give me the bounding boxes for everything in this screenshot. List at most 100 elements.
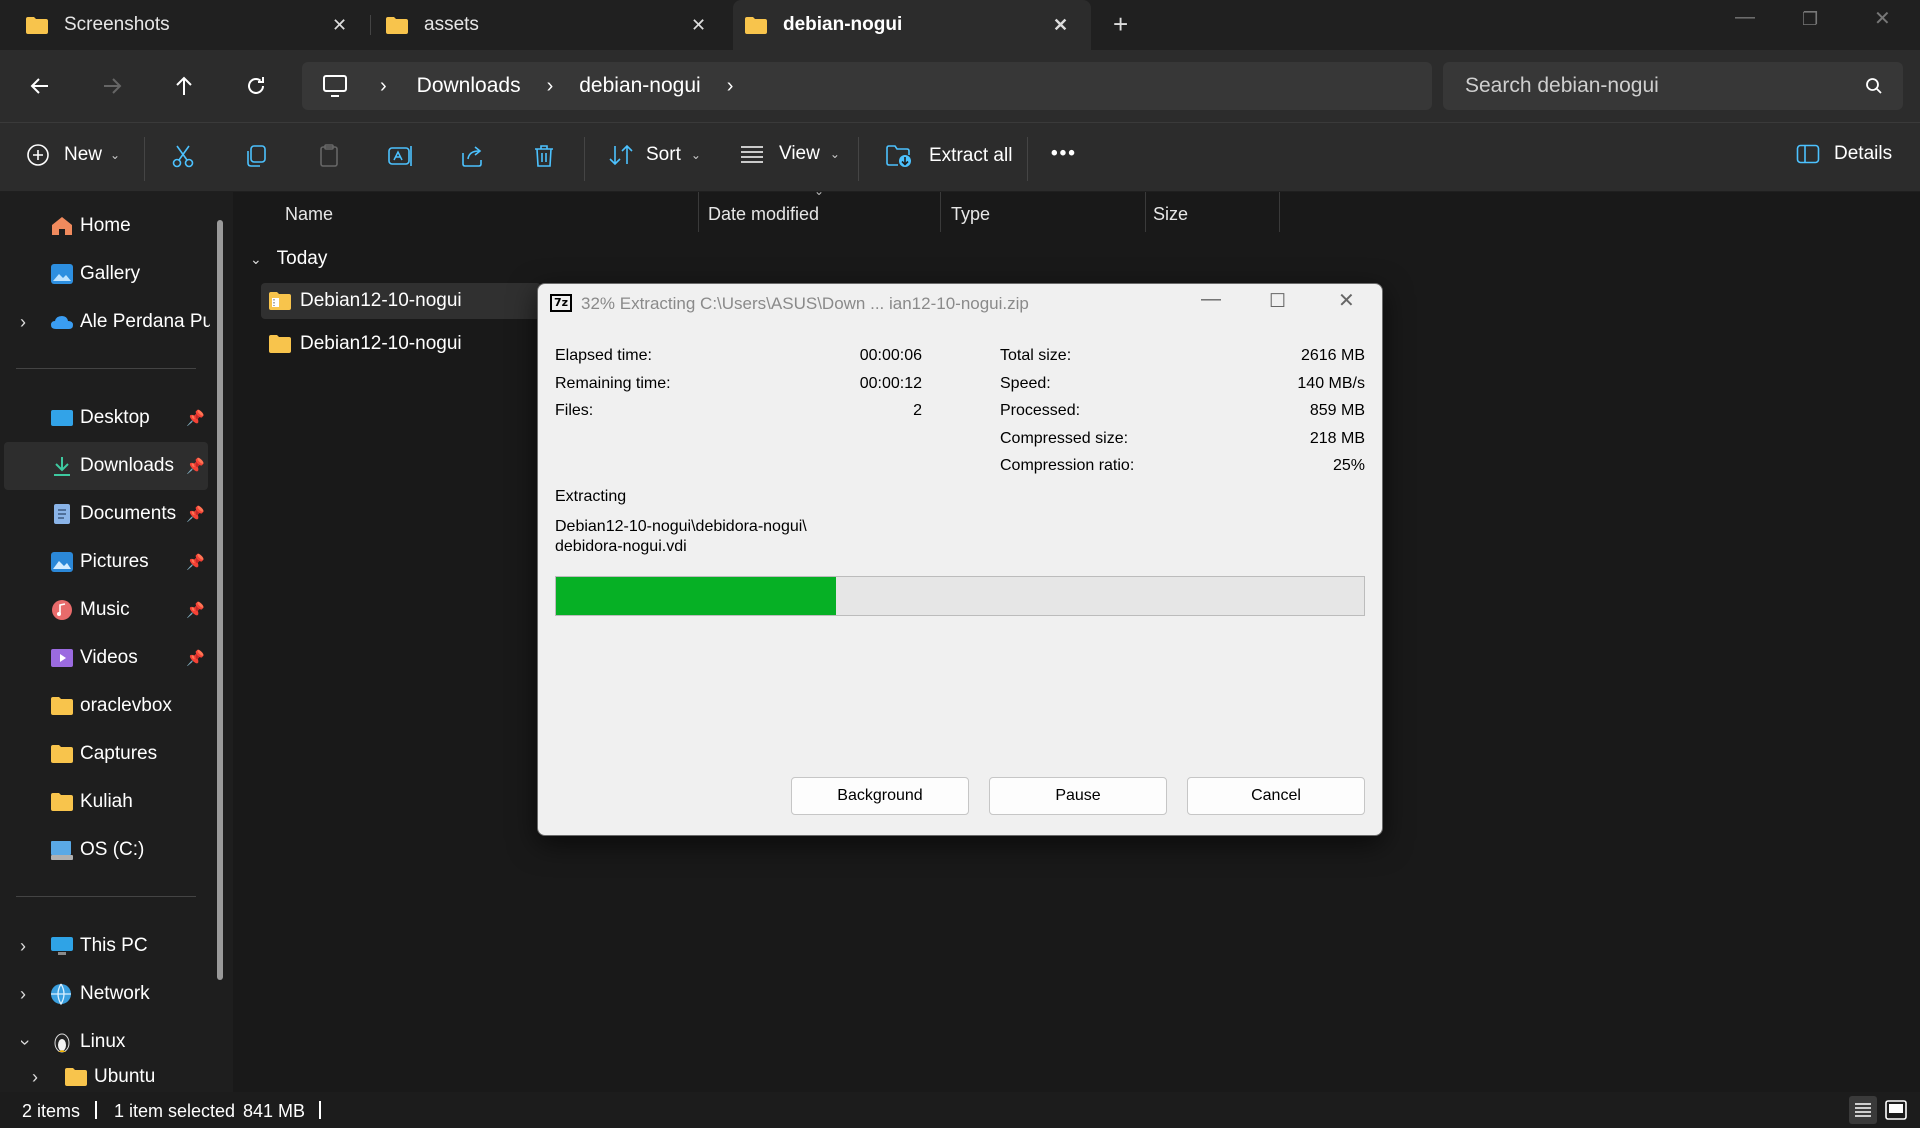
chevron-right-icon[interactable]: › <box>20 984 26 1005</box>
zip-folder-icon <box>269 292 291 310</box>
paste-button[interactable] <box>316 143 342 169</box>
chevron-down-icon: ⌄ <box>690 148 701 162</box>
details-view-icon[interactable] <box>1849 1096 1877 1124</box>
view-label: View <box>779 143 820 164</box>
copy-button[interactable] <box>243 143 269 169</box>
pin-icon[interactable]: 📌 <box>186 505 205 523</box>
column-divider[interactable] <box>1279 192 1280 232</box>
back-button[interactable] <box>20 66 60 106</box>
sidebar-scrollbar[interactable] <box>217 220 223 980</box>
sidebar-item-pictures[interactable]: Pictures 📌 <box>4 538 208 586</box>
rename-button[interactable] <box>387 143 415 169</box>
dialog-title: 32% Extracting C:\Users\ASUS\Down ... ia… <box>581 294 1029 313</box>
pin-icon[interactable]: 📌 <box>186 457 205 475</box>
minimize-icon[interactable]: — <box>1735 6 1755 29</box>
chevron-right-icon[interactable]: › <box>20 312 26 333</box>
more-options-button[interactable]: ••• <box>1051 143 1077 165</box>
tab-assets[interactable]: assets ✕ <box>386 0 716 50</box>
cut-button[interactable] <box>170 143 196 169</box>
column-header-date-modified[interactable]: Date modified <box>708 192 819 237</box>
sidebar-item-music[interactable]: Music 📌 <box>4 586 208 634</box>
extraction-dialog: 7z 32% Extracting C:\Users\ASUS\Down ...… <box>537 283 1383 836</box>
close-tab-icon[interactable]: ✕ <box>332 15 347 36</box>
compression-ratio-value: 25% <box>1332 457 1365 474</box>
dialog-maximize-icon[interactable]: ☐ <box>1269 290 1286 313</box>
sidebar-item-ubuntu[interactable]: › Ubuntu <box>4 1062 208 1092</box>
sidebar-item-gallery[interactable]: Gallery <box>4 250 208 298</box>
dialog-minimize-icon[interactable]: — <box>1201 288 1221 311</box>
sidebar-divider <box>16 896 196 897</box>
download-icon <box>54 457 70 476</box>
share-button[interactable] <box>459 143 485 169</box>
search-icon <box>1866 78 1882 94</box>
pin-icon[interactable]: 📌 <box>186 409 205 427</box>
forward-button[interactable] <box>92 66 132 106</box>
sidebar-item-downloads[interactable]: Downloads 📌 <box>4 442 208 490</box>
view-button[interactable]: View ⌄ <box>739 143 840 165</box>
file-row-zip[interactable]: Debian12-10-nogui <box>261 283 541 319</box>
column-header-name[interactable]: Name <box>285 192 333 237</box>
pin-icon[interactable]: 📌 <box>186 601 205 619</box>
sidebar-item-captures[interactable]: Captures <box>4 730 208 778</box>
sidebar-item-kuliah[interactable]: Kuliah <box>4 778 208 826</box>
up-button[interactable] <box>164 66 204 106</box>
column-header-type[interactable]: Type <box>951 192 990 237</box>
sidebar-item-home[interactable]: Home <box>4 202 208 250</box>
sort-label: Sort <box>646 144 681 165</box>
breadcrumb-debian-nogui[interactable]: debian-nogui <box>579 74 700 98</box>
address-bar[interactable]: › Downloads › debian-nogui › <box>302 62 1432 110</box>
plus-circle-icon <box>27 144 49 166</box>
column-divider[interactable] <box>1145 192 1146 232</box>
clipboard-icon <box>320 144 338 167</box>
sidebar-item-linux[interactable]: › Linux <box>4 1018 208 1066</box>
cancel-button[interactable]: Cancel <box>1187 777 1365 815</box>
close-window-icon[interactable]: ✕ <box>1874 6 1891 31</box>
arrow-up-icon <box>176 76 192 95</box>
file-row-folder[interactable]: Debian12-10-nogui <box>261 326 541 362</box>
column-divider[interactable] <box>940 192 941 232</box>
chevron-right-icon[interactable]: › <box>20 936 26 957</box>
close-tab-icon[interactable]: ✕ <box>1053 15 1068 36</box>
dialog-close-icon[interactable]: ✕ <box>1338 288 1355 313</box>
group-header-today[interactable]: ⌄ Today <box>250 248 327 270</box>
gallery-icon <box>51 264 73 284</box>
close-tab-icon[interactable]: ✕ <box>691 15 706 36</box>
delete-button[interactable] <box>531 143 557 169</box>
extract-all-button[interactable]: Extract all <box>885 143 1012 169</box>
sidebar-item-desktop[interactable]: Desktop 📌 <box>4 394 208 442</box>
selection-size: 841 MB <box>243 1101 306 1121</box>
tiles-view-icon[interactable] <box>1884 1098 1908 1122</box>
tab-screenshots[interactable]: Screenshots ✕ <box>26 0 356 50</box>
column-divider[interactable] <box>698 192 699 232</box>
cloud-icon <box>51 316 73 329</box>
details-button[interactable]: Details <box>1796 143 1892 165</box>
toolbar-divider <box>858 137 859 181</box>
tab-debian-nogui[interactable]: debian-nogui ✕ <box>733 0 1091 50</box>
sidebar-item-onedrive[interactable]: › Ale Perdana Putra <box>4 298 210 346</box>
chevron-right-icon[interactable]: › <box>727 75 734 98</box>
pin-icon[interactable]: 📌 <box>186 553 205 571</box>
sidebar-item-network[interactable]: › Network <box>4 970 208 1018</box>
pause-button[interactable]: Pause <box>989 777 1167 815</box>
column-header-size[interactable]: Size <box>1153 192 1188 237</box>
new-tab-button[interactable]: + <box>1113 9 1128 40</box>
background-button[interactable]: Background <box>791 777 969 815</box>
breadcrumb-downloads[interactable]: Downloads <box>417 74 521 98</box>
title-bar: Screenshots ✕ assets ✕ debian-nogui ✕ + … <box>0 0 1920 50</box>
new-label: New <box>64 144 103 165</box>
sidebar-item-oraclevbox[interactable]: oraclevbox <box>4 682 208 730</box>
dialog-title-bar[interactable]: 7z 32% Extracting C:\Users\ASUS\Down ...… <box>538 284 1382 324</box>
sidebar-item-os-c[interactable]: OS (C:) <box>4 826 208 874</box>
sidebar-item-this-pc[interactable]: › This PC <box>4 922 208 970</box>
chevron-right-icon[interactable]: › <box>32 1067 38 1088</box>
sort-button[interactable]: Sort ⌄ <box>608 143 701 167</box>
sidebar-item-documents[interactable]: Documents 📌 <box>4 490 208 538</box>
chevron-down-icon[interactable]: › <box>15 1039 36 1045</box>
refresh-button[interactable] <box>236 66 276 106</box>
search-input[interactable]: Search debian-nogui <box>1443 62 1903 110</box>
sidebar-item-videos[interactable]: Videos 📌 <box>4 634 208 682</box>
arrow-left-icon <box>30 78 48 94</box>
new-button[interactable]: New ⌄ <box>26 143 120 167</box>
restore-icon[interactable]: ❐ <box>1802 9 1818 30</box>
pin-icon[interactable]: 📌 <box>186 649 205 667</box>
